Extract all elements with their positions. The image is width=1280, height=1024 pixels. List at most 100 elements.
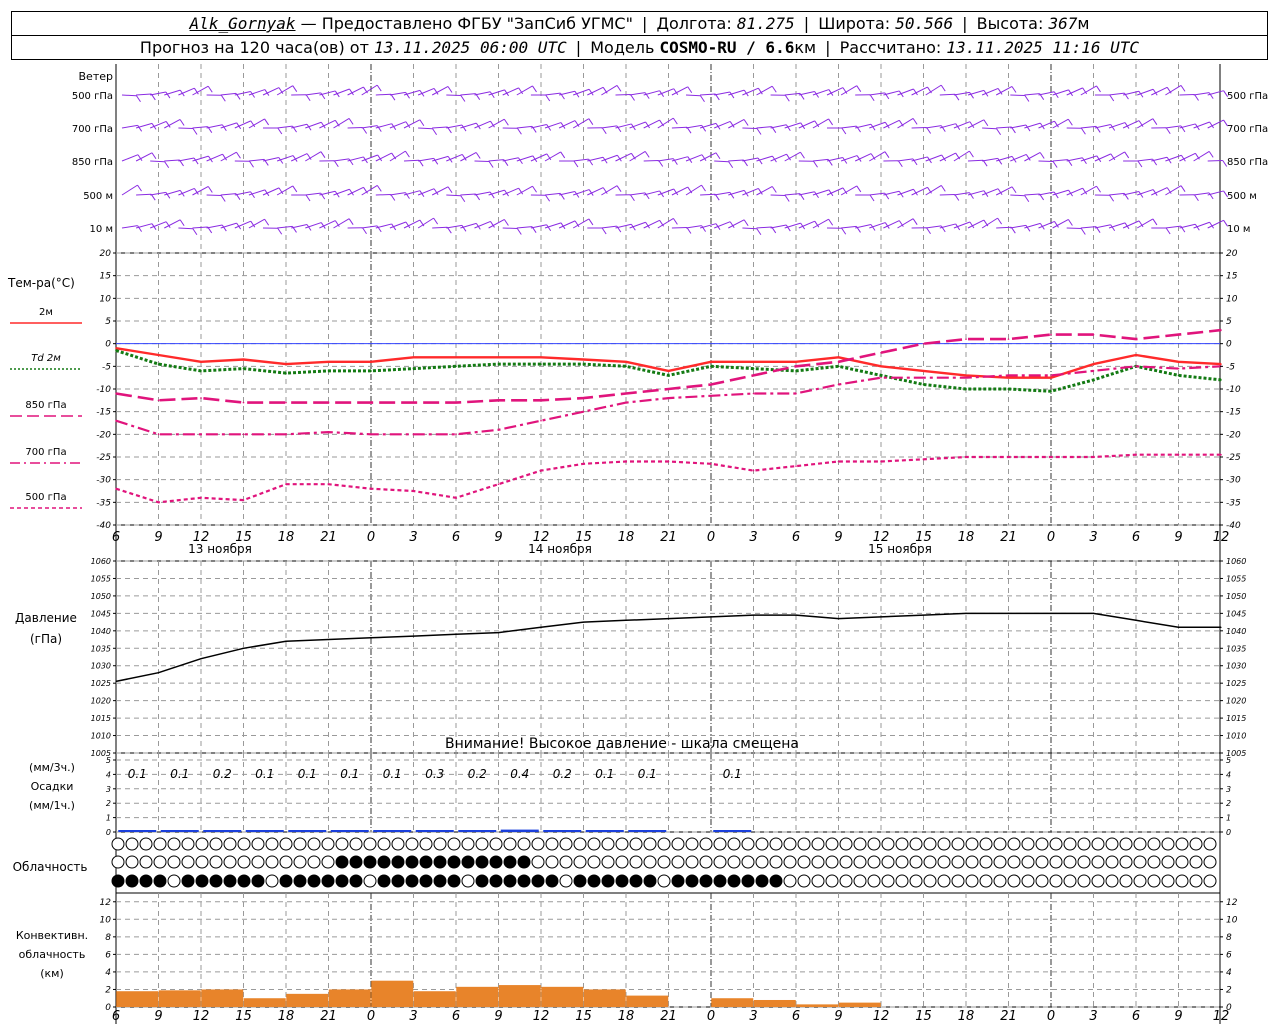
- cloud-symbol: [363, 837, 377, 851]
- pressure-tick-label: 1060: [1226, 557, 1246, 566]
- temp-point: [1092, 379, 1095, 381]
- wind-barb-flag: [700, 95, 705, 103]
- hour-tick-label: 0: [1047, 1009, 1055, 1024]
- cloud-symbol: [1049, 837, 1063, 851]
- temp-point: [965, 456, 967, 458]
- precip-amount-label: 0.2: [553, 767, 572, 781]
- wind-barb: [615, 152, 632, 162]
- hour-tick-label: 9: [494, 1009, 502, 1024]
- wind-barb-flag: [460, 95, 466, 102]
- wind-barb-flag: [701, 184, 706, 192]
- pressure-tick-label: 1010: [91, 732, 111, 741]
- cloud-symbol: [629, 874, 643, 888]
- wind-barb: [981, 217, 998, 229]
- hour-tick-label: 3: [1089, 530, 1097, 545]
- cloud-symbol: [1189, 837, 1203, 851]
- cloud-symbol: [377, 855, 391, 869]
- wind-barb-flag: [800, 151, 805, 159]
- wind-barb: [714, 191, 730, 196]
- wind-barb: [939, 123, 956, 129]
- cloud-symbol: [1077, 855, 1091, 869]
- wind-barb-flag: [658, 160, 664, 167]
- wind-barb-flag: [179, 219, 185, 227]
- cloud-symbol: [713, 874, 727, 888]
- wind-barb-flag: [1011, 86, 1017, 93]
- temp-point: [1220, 363, 1222, 365]
- wind-barb: [446, 224, 463, 229]
- hour-tick-label: 15: [915, 1009, 932, 1024]
- hour-tick-label: 6: [112, 1009, 120, 1024]
- temp-tick-label: 20: [1226, 249, 1238, 259]
- cloud-symbol: [797, 855, 811, 869]
- cloud-symbol: [251, 855, 265, 869]
- wind-barb-flag: [926, 227, 931, 235]
- cloud-symbol: [223, 855, 237, 869]
- cloud-symbol: [1147, 874, 1161, 888]
- cloud-symbol: [951, 837, 965, 851]
- temp-point: [242, 358, 245, 361]
- temp-point: [795, 370, 797, 372]
- wind-barb: [1207, 190, 1224, 196]
- wind-barb: [1038, 91, 1055, 96]
- cloud-symbol: [601, 874, 615, 888]
- conv-bar: [626, 995, 669, 1007]
- wind-barb: [135, 223, 153, 229]
- wind-barb: [276, 185, 294, 196]
- cloud-symbol: [755, 855, 769, 869]
- wind-barb: [784, 92, 801, 96]
- cloud-symbol: [825, 837, 839, 851]
- wind-barb: [319, 190, 336, 196]
- cloud-symbol: [1105, 874, 1119, 888]
- wind-barb: [699, 152, 717, 162]
- wind-barb: [953, 150, 970, 162]
- wind-barb-flag: [277, 127, 283, 135]
- cloud-symbol: [615, 855, 629, 869]
- wind-barb: [164, 119, 181, 129]
- temp-tick-label: -40: [96, 521, 111, 531]
- wind-barb: [714, 160, 729, 163]
- wind-barb: [643, 219, 660, 229]
- temp-tick-label: -20: [1226, 430, 1241, 440]
- precip-bar: [415, 830, 454, 832]
- temp-tick-label: 20: [100, 249, 112, 259]
- cloud-symbol: [321, 855, 335, 869]
- temp-point: [795, 361, 797, 363]
- wind-barb: [1052, 159, 1068, 162]
- hour-tick-label: 3: [749, 1009, 757, 1024]
- conv-tick-label: 10: [100, 915, 112, 925]
- cloud-symbol: [293, 855, 307, 869]
- temp-point: [837, 356, 840, 359]
- wind-barb: [615, 123, 632, 129]
- temp-point: [285, 372, 287, 374]
- cloud-symbol: [349, 874, 363, 888]
- cloud-symbol: [391, 855, 405, 869]
- wind-barb: [290, 153, 308, 162]
- cloud-symbol: [433, 874, 447, 888]
- wind-barb: [474, 91, 491, 96]
- temp-point: [667, 388, 670, 390]
- wind-barb: [1010, 194, 1025, 197]
- cloud-symbol: [391, 837, 405, 851]
- wind-barb-flag: [601, 127, 607, 135]
- cloud-symbol: [293, 837, 307, 851]
- cloud-symbol: [531, 874, 545, 888]
- wind-barb: [516, 226, 533, 229]
- temp-point: [1050, 390, 1052, 393]
- wind-barb-flag: [969, 150, 974, 158]
- hour-tick-label: 18: [958, 1009, 975, 1024]
- wind-barb-flag: [207, 85, 213, 93]
- wind-barb: [389, 192, 406, 196]
- hour-tick-label: 21: [1000, 530, 1017, 545]
- wind-barb: [939, 93, 955, 96]
- temp-tick-label: 15: [1226, 272, 1238, 282]
- wind-barb: [1193, 150, 1210, 162]
- temp-point: [327, 361, 330, 363]
- cloud-symbol: [545, 855, 559, 869]
- pressure-point: [1007, 612, 1010, 614]
- temp-point: [625, 401, 627, 404]
- wind-barb-flag: [601, 227, 607, 235]
- temp-tick-label: 10: [100, 294, 112, 304]
- cloud-symbol: [489, 874, 503, 888]
- wind-barb-flag: [249, 160, 254, 168]
- temp-point: [1007, 456, 1010, 458]
